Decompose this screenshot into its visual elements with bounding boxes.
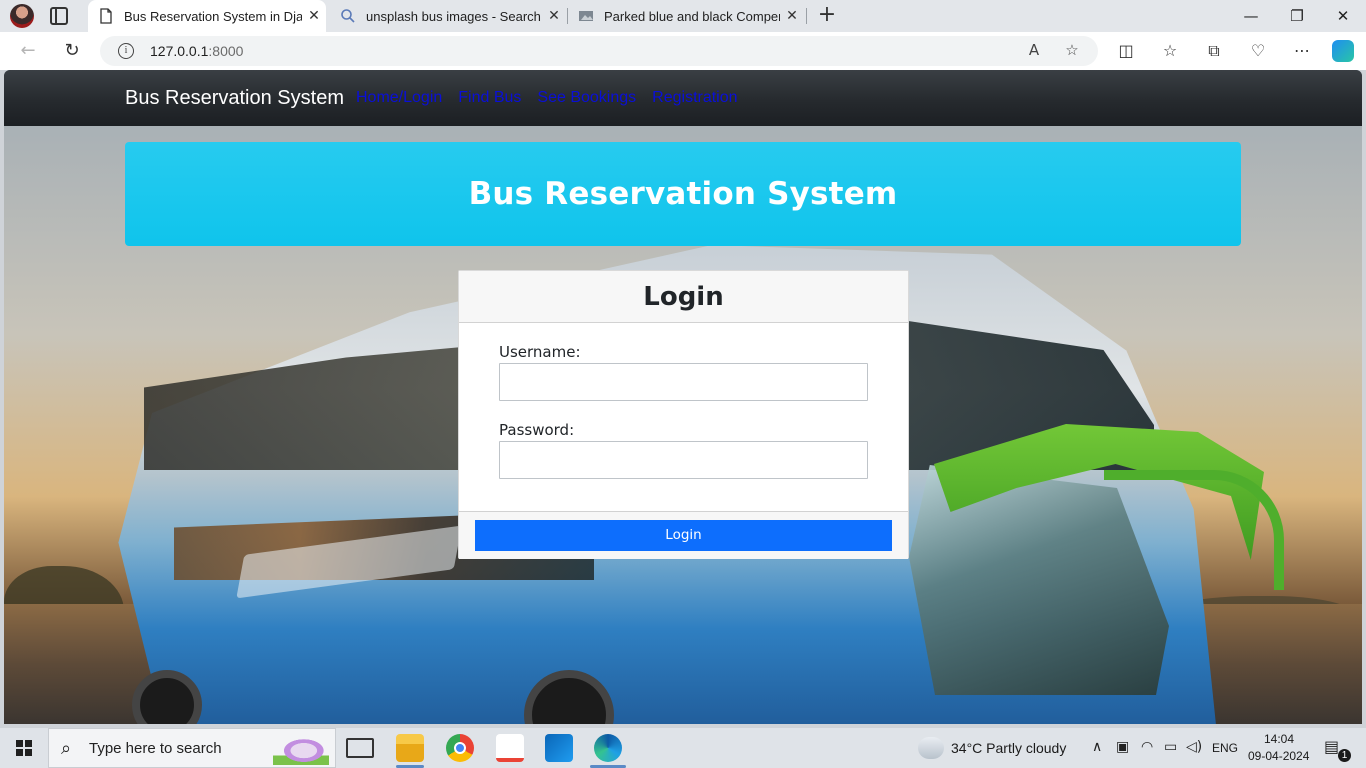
password-label: Password: [499, 421, 575, 439]
url-text[interactable]: 127.0.0.1:8000 [150, 43, 243, 59]
clock-date[interactable]: 09-04-2024 [1248, 749, 1309, 763]
weather-text[interactable]: 34°C Partly cloudy [951, 740, 1066, 756]
login-title: Login [643, 282, 724, 312]
back-button[interactable]: ← [14, 38, 42, 64]
site-info-icon[interactable]: i [118, 43, 134, 59]
address-bar[interactable]: i 127.0.0.1:8000 A ☆ [100, 36, 1098, 66]
gmail-icon[interactable] [496, 734, 524, 762]
taskbar-search-placeholder: Type here to search [89, 740, 222, 757]
clock-time[interactable]: 14:04 [1264, 732, 1294, 746]
username-input[interactable] [499, 363, 868, 401]
tab-title: Parked blue and black Compertur [604, 8, 780, 24]
edge-icon[interactable] [594, 734, 622, 762]
profile-avatar[interactable] [10, 4, 34, 28]
login-card: Login Username: Password: Login [458, 270, 909, 559]
favorites-icon[interactable]: ☆ [1158, 41, 1182, 63]
url-host: 127.0.0.1 [150, 43, 209, 59]
tab-actions-icon[interactable] [50, 7, 68, 25]
close-tab-icon[interactable]: ✕ [302, 8, 326, 24]
refresh-button[interactable]: ↻ [58, 38, 86, 64]
collections-icon[interactable]: ⧉ [1202, 41, 1226, 63]
nav-link-see-bookings[interactable]: See Bookings [537, 89, 636, 107]
close-tab-icon[interactable]: ✕ [780, 8, 804, 24]
search-icon [341, 9, 355, 23]
username-label: Username: [499, 343, 581, 361]
tab-parked-bus[interactable]: Parked blue and black Compertur ✕ [568, 0, 804, 32]
split-screen-icon[interactable]: ◫ [1114, 41, 1138, 63]
taskbar-search-box[interactable]: ⌕ Type here to search [48, 728, 336, 768]
browser-toolbar: ← ↻ i 127.0.0.1:8000 A ☆ ◫ ☆ ⧉ ♡ ⋯ [0, 32, 1366, 70]
restore-button[interactable]: ❐ [1274, 0, 1320, 32]
close-tab-icon[interactable]: ✕ [542, 8, 566, 24]
tab-separator [806, 8, 807, 24]
image-icon [579, 11, 593, 21]
search-highlight-icon [273, 733, 329, 765]
nav-link-home-login[interactable]: Home/Login [356, 89, 442, 107]
wifi-icon[interactable]: ◠ [1141, 739, 1153, 755]
nav-link-find-bus[interactable]: Find Bus [458, 89, 521, 107]
login-card-header: Login [459, 271, 908, 323]
task-view-icon[interactable] [346, 738, 374, 758]
meet-now-icon[interactable]: ▣ [1116, 739, 1129, 755]
chrome-icon-center [454, 742, 466, 754]
close-window-button[interactable]: ✕ [1320, 0, 1366, 32]
hero-title: Bus Reservation System [468, 176, 898, 212]
nav-link-registration[interactable]: Registration [652, 89, 737, 107]
browser-tab-strip: Bus Reservation System in Django ✕ unspl… [0, 0, 1366, 32]
login-button[interactable]: Login [475, 520, 892, 551]
nav-links: Home/Login Find Bus See Bookings Registr… [356, 89, 738, 107]
copilot-icon[interactable] [1332, 40, 1354, 62]
more-options-icon[interactable]: ⋯ [1290, 41, 1314, 63]
windows-start-icon[interactable] [16, 740, 32, 756]
password-input[interactable] [499, 441, 868, 479]
url-port: :8000 [208, 43, 244, 59]
browser-essentials-icon[interactable]: ♡ [1246, 41, 1270, 63]
notification-count-badge: 1 [1338, 749, 1351, 762]
login-card-footer: Login [459, 511, 908, 559]
tab-title: Bus Reservation System in Django [124, 8, 302, 24]
minimize-button[interactable]: — [1228, 0, 1274, 32]
battery-icon[interactable]: ▭ [1164, 739, 1177, 755]
tab-title: unsplash bus images - Search [366, 8, 541, 24]
page-icon [100, 8, 112, 24]
notification-icon[interactable]: ▤ [1324, 737, 1339, 756]
new-tab-button[interactable]: + [814, 3, 840, 29]
language-indicator[interactable]: ENG [1212, 741, 1238, 755]
tab-bus-reservation[interactable]: Bus Reservation System in Django ✕ [88, 0, 326, 32]
read-aloud-icon[interactable]: A [1023, 41, 1045, 61]
site-navbar: Bus Reservation System Home/Login Find B… [4, 70, 1362, 126]
search-icon: ⌕ [61, 738, 72, 759]
site-brand[interactable]: Bus Reservation System [125, 87, 344, 110]
file-explorer-icon[interactable] [396, 734, 424, 762]
hero-banner: Bus Reservation System [125, 142, 1241, 246]
tab-unsplash-search[interactable]: unsplash bus images - Search ✕ [330, 0, 566, 32]
vscode-icon[interactable] [545, 734, 573, 762]
taskbar: ⌕ Type here to search 34°C Partly cloudy… [0, 728, 1366, 768]
page-viewport: Bus Reservation System Home/Login Find B… [4, 70, 1362, 724]
favorite-star-icon[interactable]: ☆ [1061, 41, 1083, 61]
login-card-body: Username: Password: [459, 323, 908, 511]
volume-icon[interactable]: ◁) [1186, 739, 1202, 755]
show-hidden-icons-chevron-icon[interactable]: ∧ [1092, 739, 1102, 755]
weather-cloud-icon[interactable] [918, 737, 944, 759]
bus-mirror [1104, 470, 1284, 590]
